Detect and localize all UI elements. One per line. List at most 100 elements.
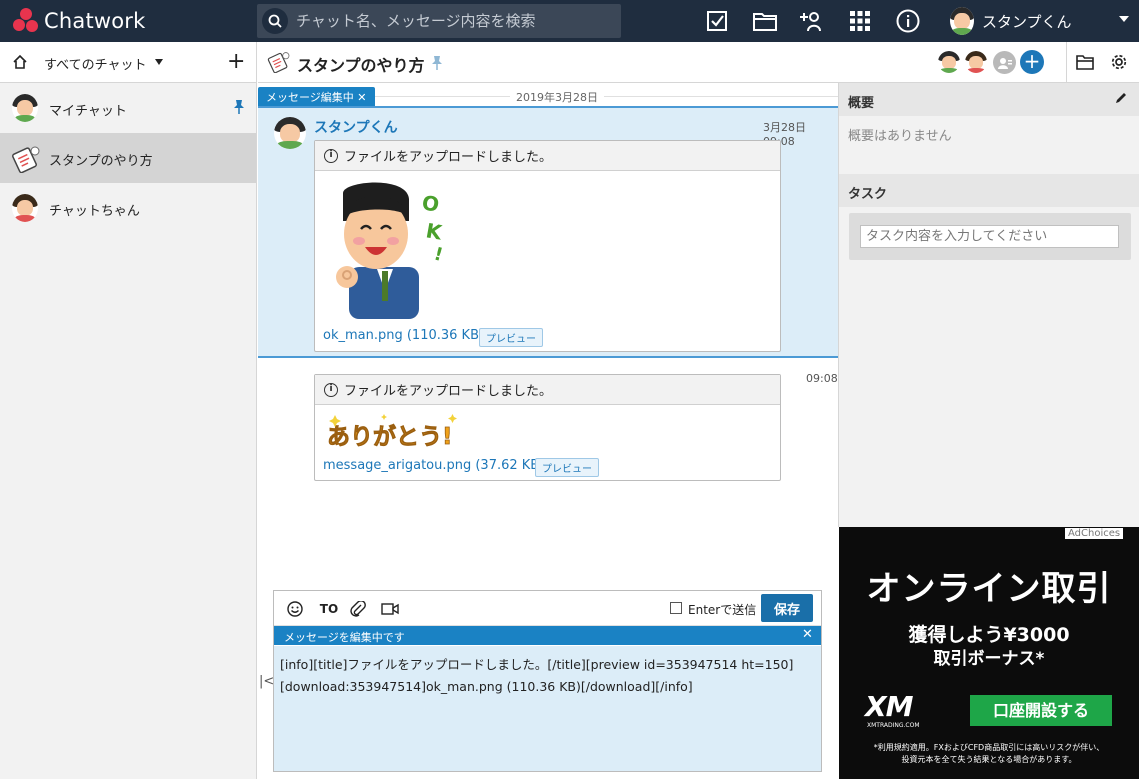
task-title: タスク: [848, 187, 888, 202]
avatar: [12, 94, 38, 122]
svg-text:K: K: [424, 218, 445, 245]
info-box: i ファイルをアップロードしました。 O K ! ok_man.png (110…: [314, 140, 781, 352]
message-editing[interactable]: スタンプくん 3月28日 09:08 i ファイルをアップロードしました。: [258, 106, 838, 358]
chat-filter-label[interactable]: すべてのチャット: [44, 54, 146, 73]
logo-mark-icon: [12, 7, 40, 35]
ok-man-image[interactable]: O K !: [329, 179, 449, 319]
message-textarea[interactable]: [info][title]ファイルをアップロードしました。[/title][pr…: [274, 646, 821, 771]
add-contact-icon[interactable]: [800, 9, 824, 33]
arigatou-image[interactable]: ありがとう!: [323, 413, 473, 453]
editing-label: メッセージを編集中です: [284, 631, 405, 644]
ad-choices-link[interactable]: AdChoices: [1065, 528, 1124, 539]
cancel-edit-icon[interactable]: ✕: [802, 627, 813, 642]
memo-icon: [10, 145, 40, 174]
sidebar-item-my-chat[interactable]: マイチャット: [0, 83, 256, 133]
room-name: スタンプのやり方: [49, 154, 153, 169]
enter-to-send-checkbox[interactable]: [670, 602, 682, 614]
ad-disclaimer-line: *利用規約適用。FXおよびCFD商品取引には高いリスクが伴い、: [873, 743, 1105, 752]
info-box: i ファイルをアップロードしました。 ありがとう! message_arigat…: [314, 374, 781, 481]
editing-bar: メッセージを編集中です ✕: [274, 626, 821, 645]
ad-banner[interactable]: AdChoices オンライン取引 獲得しよう¥3000 取引ボーナス* XM …: [839, 527, 1139, 779]
edit-pencil-icon[interactable]: [1114, 91, 1128, 109]
file-link[interactable]: ok_man.png (110.36 KB): [323, 328, 484, 343]
ad-headline: オンライン取引: [866, 569, 1112, 609]
attach-icon[interactable]: [349, 600, 367, 618]
preview-button[interactable]: プレビュー: [535, 458, 599, 477]
ad-subline: 獲得しよう¥3000: [908, 624, 1070, 646]
search-icon: [262, 8, 288, 34]
pin-icon[interactable]: [431, 55, 443, 75]
enter-to-send-label: Enterで送信: [688, 603, 757, 617]
apps-grid-icon[interactable]: [848, 9, 872, 33]
room-header: スタンプのやり方 +: [258, 42, 1139, 83]
chatwork-logo[interactable]: Chatwork: [12, 7, 146, 35]
top-bar: Chatwork スタンプくん: [0, 0, 1139, 42]
task-input[interactable]: [860, 225, 1119, 248]
pin-icon[interactable]: [233, 99, 245, 119]
sidebar: すべてのチャット + マイチャット スタンプのやり方 チャットちゃん: [0, 42, 257, 779]
collapse-sidebar-icon[interactable]: |<: [259, 674, 274, 689]
folder-icon[interactable]: [753, 9, 777, 33]
room-name: マイチャット: [49, 104, 127, 119]
search-bar[interactable]: [257, 4, 621, 38]
info-title: i ファイルをアップロードしました。: [315, 141, 780, 171]
to-button[interactable]: TO: [318, 600, 340, 618]
ad-disclaimer-line: 投資元本を全て失う結果となる場合があります。: [901, 755, 1077, 764]
avatar: [12, 194, 38, 222]
preview-button[interactable]: プレビュー: [479, 328, 543, 347]
user-menu[interactable]: スタンプくん: [950, 7, 1072, 35]
video-call-icon[interactable]: [381, 600, 399, 618]
sidebar-item-chat-chan[interactable]: チャットちゃん: [0, 183, 256, 233]
caret-down-icon[interactable]: [155, 59, 163, 65]
summary-title: 概要: [848, 96, 875, 111]
member-avatar[interactable]: [965, 51, 987, 73]
info-icon: i: [324, 382, 338, 397]
editing-tag[interactable]: メッセージ編集中 ✕: [258, 87, 375, 106]
user-name: スタンプくん: [982, 12, 1072, 31]
xm-logo-sub: XMTRADING.COM: [867, 722, 920, 729]
composer-toolbar: TO Enterで送信 保存: [274, 591, 821, 626]
gear-icon[interactable]: [1110, 53, 1128, 75]
member-list-icon[interactable]: [993, 51, 1016, 74]
logo-text: Chatwork: [44, 9, 146, 33]
info-title-text: ファイルをアップロードしました。: [344, 150, 553, 165]
date-label: 2019年3月28日: [510, 89, 604, 105]
home-icon[interactable]: [12, 54, 28, 74]
chevron-down-icon[interactable]: [1119, 16, 1129, 22]
save-button[interactable]: 保存: [761, 594, 813, 622]
info-icon[interactable]: [896, 9, 920, 33]
ad-subline: 取引ボーナス*: [933, 649, 1045, 669]
xm-logo: XM: [865, 690, 913, 723]
file-link[interactable]: message_arigatou.png (37.62 KB): [323, 458, 544, 473]
room-info-panel: 概要 概要はありません タスク: [838, 83, 1139, 527]
info-title-text: ファイルをアップロードしました。: [344, 384, 553, 399]
info-icon: i: [324, 148, 338, 163]
search-input[interactable]: [296, 12, 596, 30]
add-chat-button[interactable]: +: [227, 49, 245, 74]
sender-name[interactable]: スタンプくん: [314, 117, 398, 137]
emoji-icon[interactable]: [286, 600, 304, 618]
task-check-icon[interactable]: [705, 9, 729, 33]
task-form: [849, 213, 1131, 260]
timeline: 2019年3月28日 スタンプくん 3月28日 09:08 i ファイルをアップ…: [258, 83, 838, 590]
chat-filter: すべてのチャット +: [0, 42, 256, 83]
add-member-button[interactable]: +: [1020, 50, 1044, 74]
avatar[interactable]: [274, 117, 306, 149]
room-title: スタンプのやり方: [297, 56, 425, 75]
open-account-button[interactable]: 口座開設する: [970, 695, 1112, 726]
svg-text:O: O: [420, 190, 441, 217]
message-composer: TO Enterで送信 保存 メッセージを編集中です ✕ [info][titl…: [273, 590, 822, 772]
sidebar-item-stamp-howto[interactable]: スタンプのやり方: [0, 133, 256, 183]
textarea-line: [info][title]ファイルをアップロードしました。[/title][pr…: [280, 657, 794, 672]
textarea-line: [download:353947514]ok_man.png (110.36 K…: [280, 679, 693, 694]
info-title: i ファイルをアップロードしました。: [315, 375, 780, 405]
task-header: タスク: [839, 174, 1139, 207]
ad-disclaimer: *利用規約適用。FXおよびCFD商品取引には高いリスクが伴い、 投資元本を全て失…: [839, 742, 1139, 766]
member-avatar[interactable]: [938, 51, 960, 73]
folder-icon[interactable]: [1076, 54, 1094, 74]
summary-header: 概要: [839, 83, 1139, 116]
svg-text:!: !: [432, 244, 445, 266]
divider: [1066, 42, 1067, 82]
room-name: チャットちゃん: [49, 204, 140, 219]
memo-icon: [266, 51, 290, 74]
